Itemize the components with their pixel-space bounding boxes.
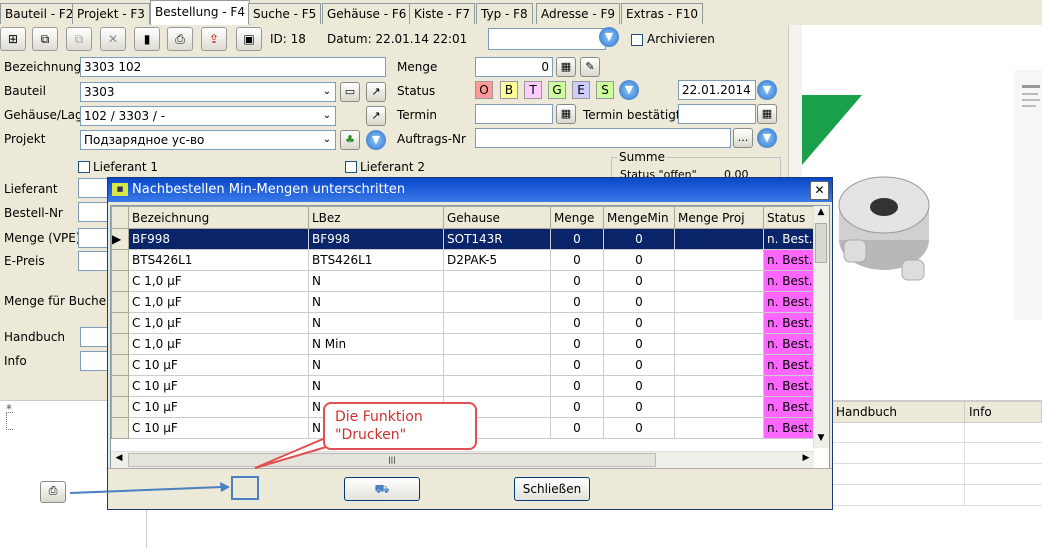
blue-arrow-head xyxy=(220,482,230,492)
callout-line2: "Drucken" xyxy=(335,427,407,443)
annotation-arrows xyxy=(69,434,351,494)
callout-line1: Die Funktion xyxy=(335,409,423,425)
blue-arrow-line xyxy=(69,486,223,494)
drucken-callout: Die Funktion "Drucken" xyxy=(323,402,477,450)
